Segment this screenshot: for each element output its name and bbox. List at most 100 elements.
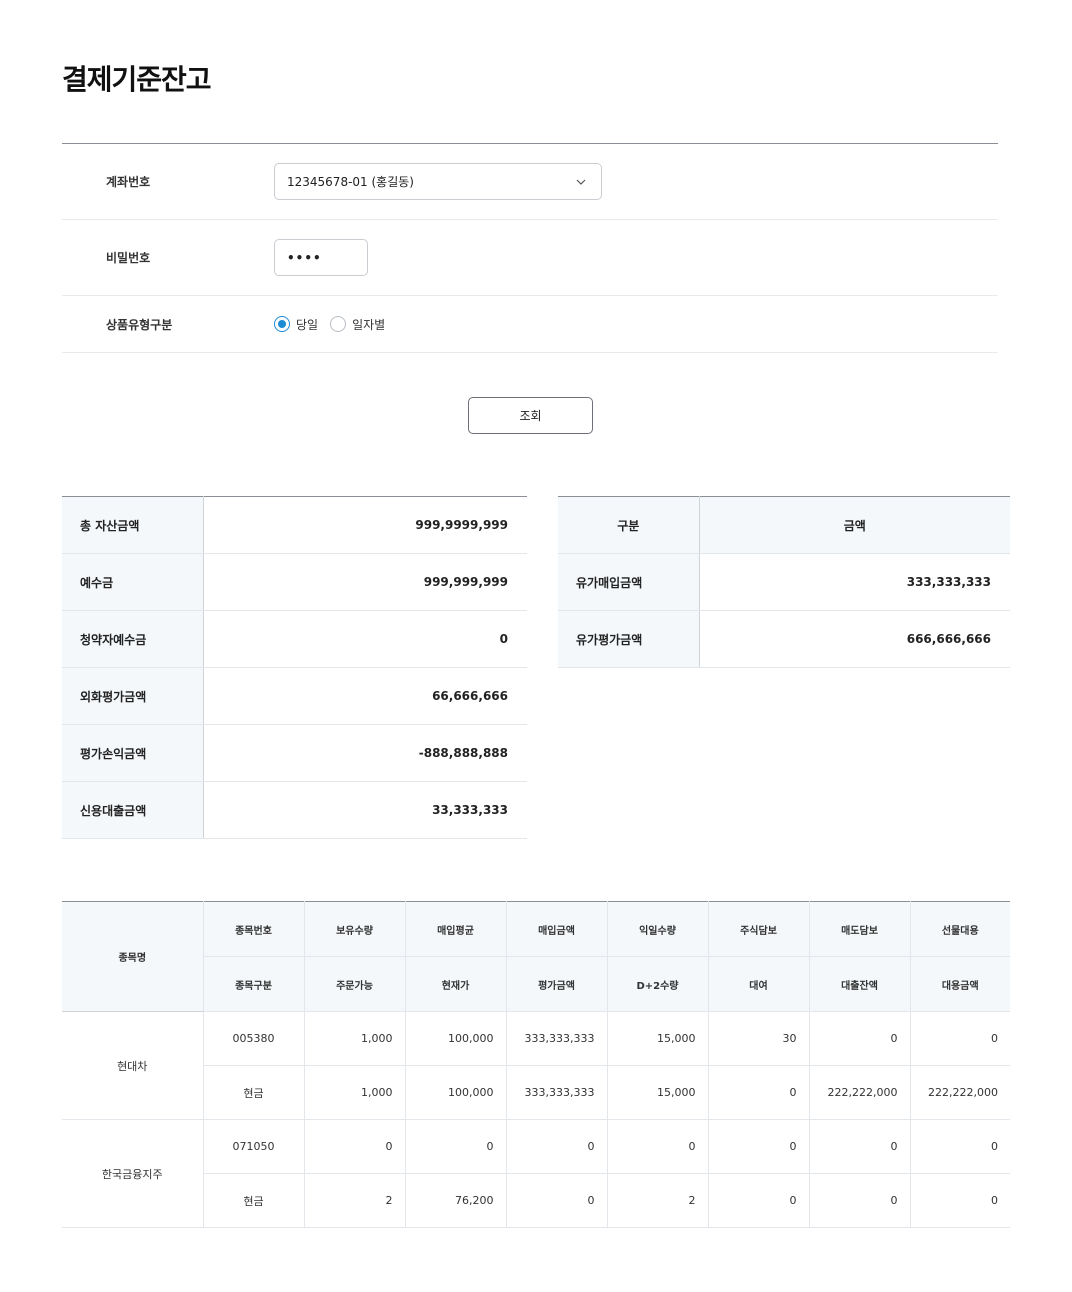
product-type-radio-group: 당일 일자별 xyxy=(274,316,385,333)
table-cell: 30 xyxy=(708,1011,810,1066)
product-type-label: 상품유형구분 xyxy=(106,317,173,332)
summary-value: 333,333,333 xyxy=(699,553,1010,611)
table-row: 한국금융지주 071050 0 0 0 0 0 0 0 xyxy=(62,1119,1010,1228)
summary-value: 999,9999,999 xyxy=(203,496,527,554)
summary-value: 33,333,333 xyxy=(203,781,527,839)
column-header: 대여 xyxy=(708,956,810,1012)
summary-value: 666,666,666 xyxy=(699,610,1010,668)
account-row: 계좌번호 12345678-01 (홍길동) xyxy=(62,144,998,220)
summary-value: 999,999,999 xyxy=(203,553,527,611)
table-cell: 222,222,000 xyxy=(910,1065,1010,1120)
search-form: 계좌번호 12345678-01 (홍길동) 비밀번호 •••• 상품유형구분 … xyxy=(62,143,998,353)
radio-by-date[interactable]: 일자별 xyxy=(330,316,385,333)
table-cell: 100,000 xyxy=(405,1011,507,1066)
column-header: 대출잔액 xyxy=(809,956,911,1012)
column-header: 종목명 xyxy=(62,901,204,1012)
table-cell: 0 xyxy=(405,1119,507,1174)
table-cell: 2 xyxy=(304,1173,406,1228)
table-cell: 76,200 xyxy=(405,1173,507,1228)
table-row: 현금 2 76,200 0 2 0 0 0 xyxy=(62,1173,1010,1228)
table-cell: 0 xyxy=(506,1173,608,1228)
column-header: 종목구분 xyxy=(203,956,305,1012)
account-label: 계좌번호 xyxy=(106,175,151,189)
radio-unselected-icon[interactable] xyxy=(330,316,347,332)
radio-selected-icon[interactable] xyxy=(274,316,290,332)
holdings-header-row: 종목구분 주문가능 현재가 평가금액 D+2수량 대여 대출잔액 대용금액 xyxy=(62,956,1010,1012)
summary-header-row: 구분 금액 xyxy=(558,496,1010,554)
table-cell: 1,000 xyxy=(304,1011,406,1066)
table-cell: 현금 xyxy=(203,1065,305,1120)
stock-name: 현대차 xyxy=(62,1011,204,1120)
summary-label: 유가매입금액 xyxy=(558,553,700,611)
table-cell: 0 xyxy=(809,1173,911,1228)
table-cell: 100,000 xyxy=(405,1065,507,1120)
summary-value: 66,666,666 xyxy=(203,667,527,725)
column-header: 선물대용 xyxy=(910,901,1010,957)
column-header: D+2수량 xyxy=(607,956,709,1012)
radio-today[interactable]: 당일 xyxy=(274,316,318,333)
table-cell: 0 xyxy=(910,1119,1010,1174)
page-title: 결제기준잔고 xyxy=(62,63,212,96)
summary-row: 평가손익금액 -888,888,888 xyxy=(62,724,527,782)
summary-label: 평가손익금액 xyxy=(62,724,204,782)
summary-row: 유가매입금액 333,333,333 xyxy=(558,553,1010,611)
summary-row: 총 자산금액 999,9999,999 xyxy=(62,496,527,554)
summary-row: 외화평가금액 66,666,666 xyxy=(62,667,527,725)
account-select-value: 12345678-01 (홍길동) xyxy=(287,175,414,189)
table-cell: 005380 xyxy=(203,1011,305,1066)
table-cell: 0 xyxy=(708,1119,810,1174)
summary-row: 예수금 999,999,999 xyxy=(62,553,527,611)
table-cell: 2 xyxy=(607,1173,709,1228)
summary-value: -888,888,888 xyxy=(203,724,527,782)
account-select[interactable]: 12345678-01 (홍길동) xyxy=(274,163,602,200)
radio-today-label: 당일 xyxy=(296,317,319,332)
table-cell: 333,333,333 xyxy=(506,1011,608,1066)
column-header: 보유수량 xyxy=(304,901,406,957)
table-cell: 0 xyxy=(910,1011,1010,1066)
column-header: 매도담보 xyxy=(809,901,911,957)
table-cell: 333,333,333 xyxy=(506,1065,608,1120)
stock-name: 한국금융지주 xyxy=(62,1119,204,1228)
column-header: 대용금액 xyxy=(910,956,1010,1012)
search-button[interactable]: 조회 xyxy=(468,397,593,434)
summary-row: 청약자예수금 0 xyxy=(62,610,527,668)
password-row: 비밀번호 •••• xyxy=(62,220,998,296)
holdings-header-row: 종목명 종목번호 보유수량 매입평균 매입금액 익일수량 주식담보 매도담보 선… xyxy=(62,901,1010,1012)
table-cell: 0 xyxy=(506,1119,608,1174)
summary-label: 신용대출금액 xyxy=(62,781,204,839)
table-cell: 0 xyxy=(708,1173,810,1228)
summary-label: 외화평가금액 xyxy=(62,667,204,725)
password-input[interactable]: •••• xyxy=(274,239,368,276)
asset-summary-table: 총 자산금액 999,9999,999 예수금 999,999,999 청약자예… xyxy=(62,496,527,839)
summary-label: 예수금 xyxy=(62,553,204,611)
holdings-table: 종목명 종목번호 보유수량 매입평균 매입금액 익일수량 주식담보 매도담보 선… xyxy=(62,901,1010,1228)
product-type-row: 상품유형구분 당일 일자별 xyxy=(62,296,998,353)
chevron-down-icon xyxy=(575,176,587,188)
table-cell: 0 xyxy=(607,1119,709,1174)
summary-label: 유가평가금액 xyxy=(558,610,700,668)
table-cell: 0 xyxy=(708,1065,810,1120)
column-header: 금액 xyxy=(699,496,1010,554)
table-cell: 15,000 xyxy=(607,1011,709,1066)
table-cell: 222,222,000 xyxy=(809,1065,911,1120)
summary-label: 청약자예수금 xyxy=(62,610,204,668)
password-label: 비밀번호 xyxy=(106,251,151,265)
table-cell: 0 xyxy=(809,1119,911,1174)
column-header: 평가금액 xyxy=(506,956,608,1012)
table-cell: 0 xyxy=(304,1119,406,1174)
summary-row: 신용대출금액 33,333,333 xyxy=(62,781,527,839)
table-cell: 1,000 xyxy=(304,1065,406,1120)
column-header: 매입금액 xyxy=(506,901,608,957)
column-header: 현재가 xyxy=(405,956,507,1012)
column-header: 매입평균 xyxy=(405,901,507,957)
summary-label: 총 자산금액 xyxy=(62,496,204,554)
column-header: 주문가능 xyxy=(304,956,406,1012)
table-cell: 0 xyxy=(910,1173,1010,1228)
column-header: 종목번호 xyxy=(203,901,305,957)
column-header: 익일수량 xyxy=(607,901,709,957)
table-row: 현금 1,000 100,000 333,333,333 15,000 0 22… xyxy=(62,1065,1010,1120)
table-cell: 071050 xyxy=(203,1119,305,1174)
column-header: 주식담보 xyxy=(708,901,810,957)
table-cell: 0 xyxy=(809,1011,911,1066)
table-cell: 15,000 xyxy=(607,1065,709,1120)
